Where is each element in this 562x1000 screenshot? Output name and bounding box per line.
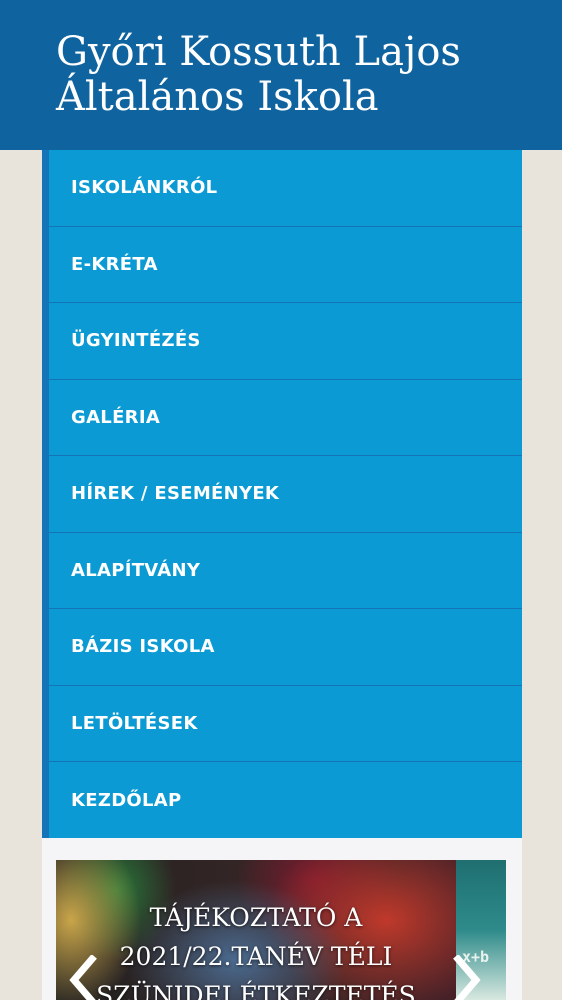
image-slider[interactable]: x+b TÁJÉKOZTATÓ A 2021/22.TANÉV TÉLI SZÜ… xyxy=(56,860,506,1000)
nav-item-galeria[interactable]: GALÉRIA xyxy=(49,380,522,456)
nav-item-e-kreta[interactable]: E-KRÉTA xyxy=(49,227,522,303)
nav-item-letoltesek[interactable]: LETÖLTÉSEK xyxy=(49,686,522,762)
nav-item-iskolankrol[interactable]: ISKOLÁNKRÓL xyxy=(49,150,522,227)
nav-item-bazis-iskola[interactable]: BÁZIS ISKOLA xyxy=(49,609,522,686)
nav-item-alapitvany[interactable]: ALAPÍTVÁNY xyxy=(49,533,522,609)
main-navigation: ISKOLÁNKRÓL E-KRÉTA ÜGYINTÉZÉS GALÉRIA H… xyxy=(42,150,522,838)
nav-item-hirek-esemenyek[interactable]: HÍREK / ESEMÉNYEK xyxy=(49,456,522,533)
nav-item-kezdolap[interactable]: KEZDŐLAP xyxy=(49,762,522,839)
chevron-right-icon[interactable] xyxy=(452,954,482,1000)
chevron-left-icon[interactable] xyxy=(68,954,98,1000)
site-title[interactable]: Győri Kossuth Lajos Általános Iskola xyxy=(56,30,562,120)
nav-item-ugyintezes[interactable]: ÜGYINTÉZÉS xyxy=(49,303,522,380)
slide-caption[interactable]: TÁJÉKOZTATÓ A 2021/22.TANÉV TÉLI SZÜNIDE… xyxy=(56,898,456,1000)
site-header: Győri Kossuth Lajos Általános Iskola xyxy=(0,0,562,150)
